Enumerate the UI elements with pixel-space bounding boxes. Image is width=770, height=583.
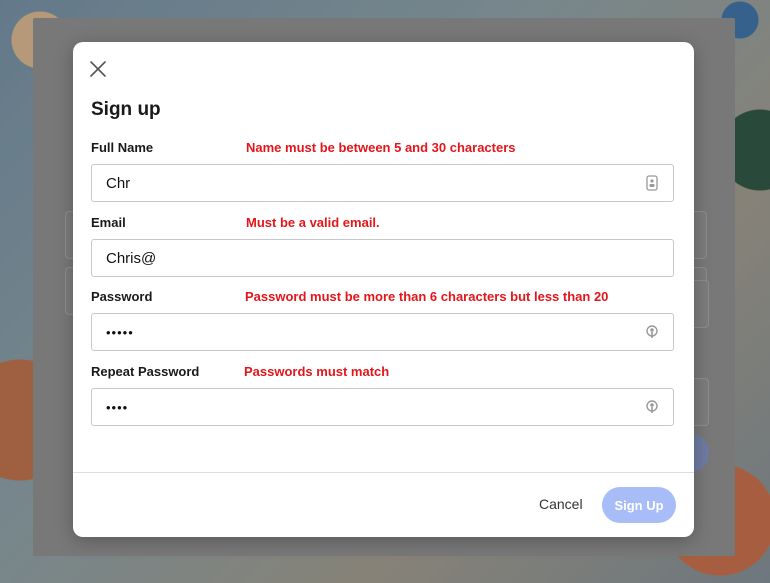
password-value: ••••• <box>106 324 134 340</box>
password-field[interactable]: ••••• <box>91 313 674 351</box>
key-icon <box>646 325 658 338</box>
full-name-label: Full Name <box>91 140 154 155</box>
full-name-field[interactable]: Chr <box>91 164 674 202</box>
repeat-password-field[interactable]: •••• <box>91 388 674 426</box>
cancel-button[interactable]: Cancel <box>539 496 583 512</box>
footer-divider <box>73 472 694 473</box>
email-label: Email <box>91 215 126 230</box>
email-field[interactable]: Chris@ <box>91 239 674 277</box>
close-button[interactable] <box>89 60 107 78</box>
full-name-value: Chr <box>106 174 131 192</box>
email-value: Chris@ <box>106 249 157 267</box>
signup-dialog: Sign up Full Name Name must be between 5… <box>73 42 694 537</box>
close-icon <box>90 61 106 77</box>
repeat-password-error: Passwords must match <box>244 364 390 379</box>
email-error: Must be a valid email. <box>246 215 380 230</box>
password-error: Password must be more than 6 characters … <box>245 289 609 304</box>
repeat-password-value: •••• <box>106 399 129 415</box>
key-icon <box>646 400 658 413</box>
dialog-title: Sign up <box>91 99 161 120</box>
repeat-password-label: Repeat Password <box>91 364 200 379</box>
contact-card-icon <box>646 175 658 191</box>
sign-up-button[interactable]: Sign Up <box>602 487 676 523</box>
full-name-error: Name must be between 5 and 30 characters <box>246 140 516 155</box>
password-label: Password <box>91 289 153 304</box>
